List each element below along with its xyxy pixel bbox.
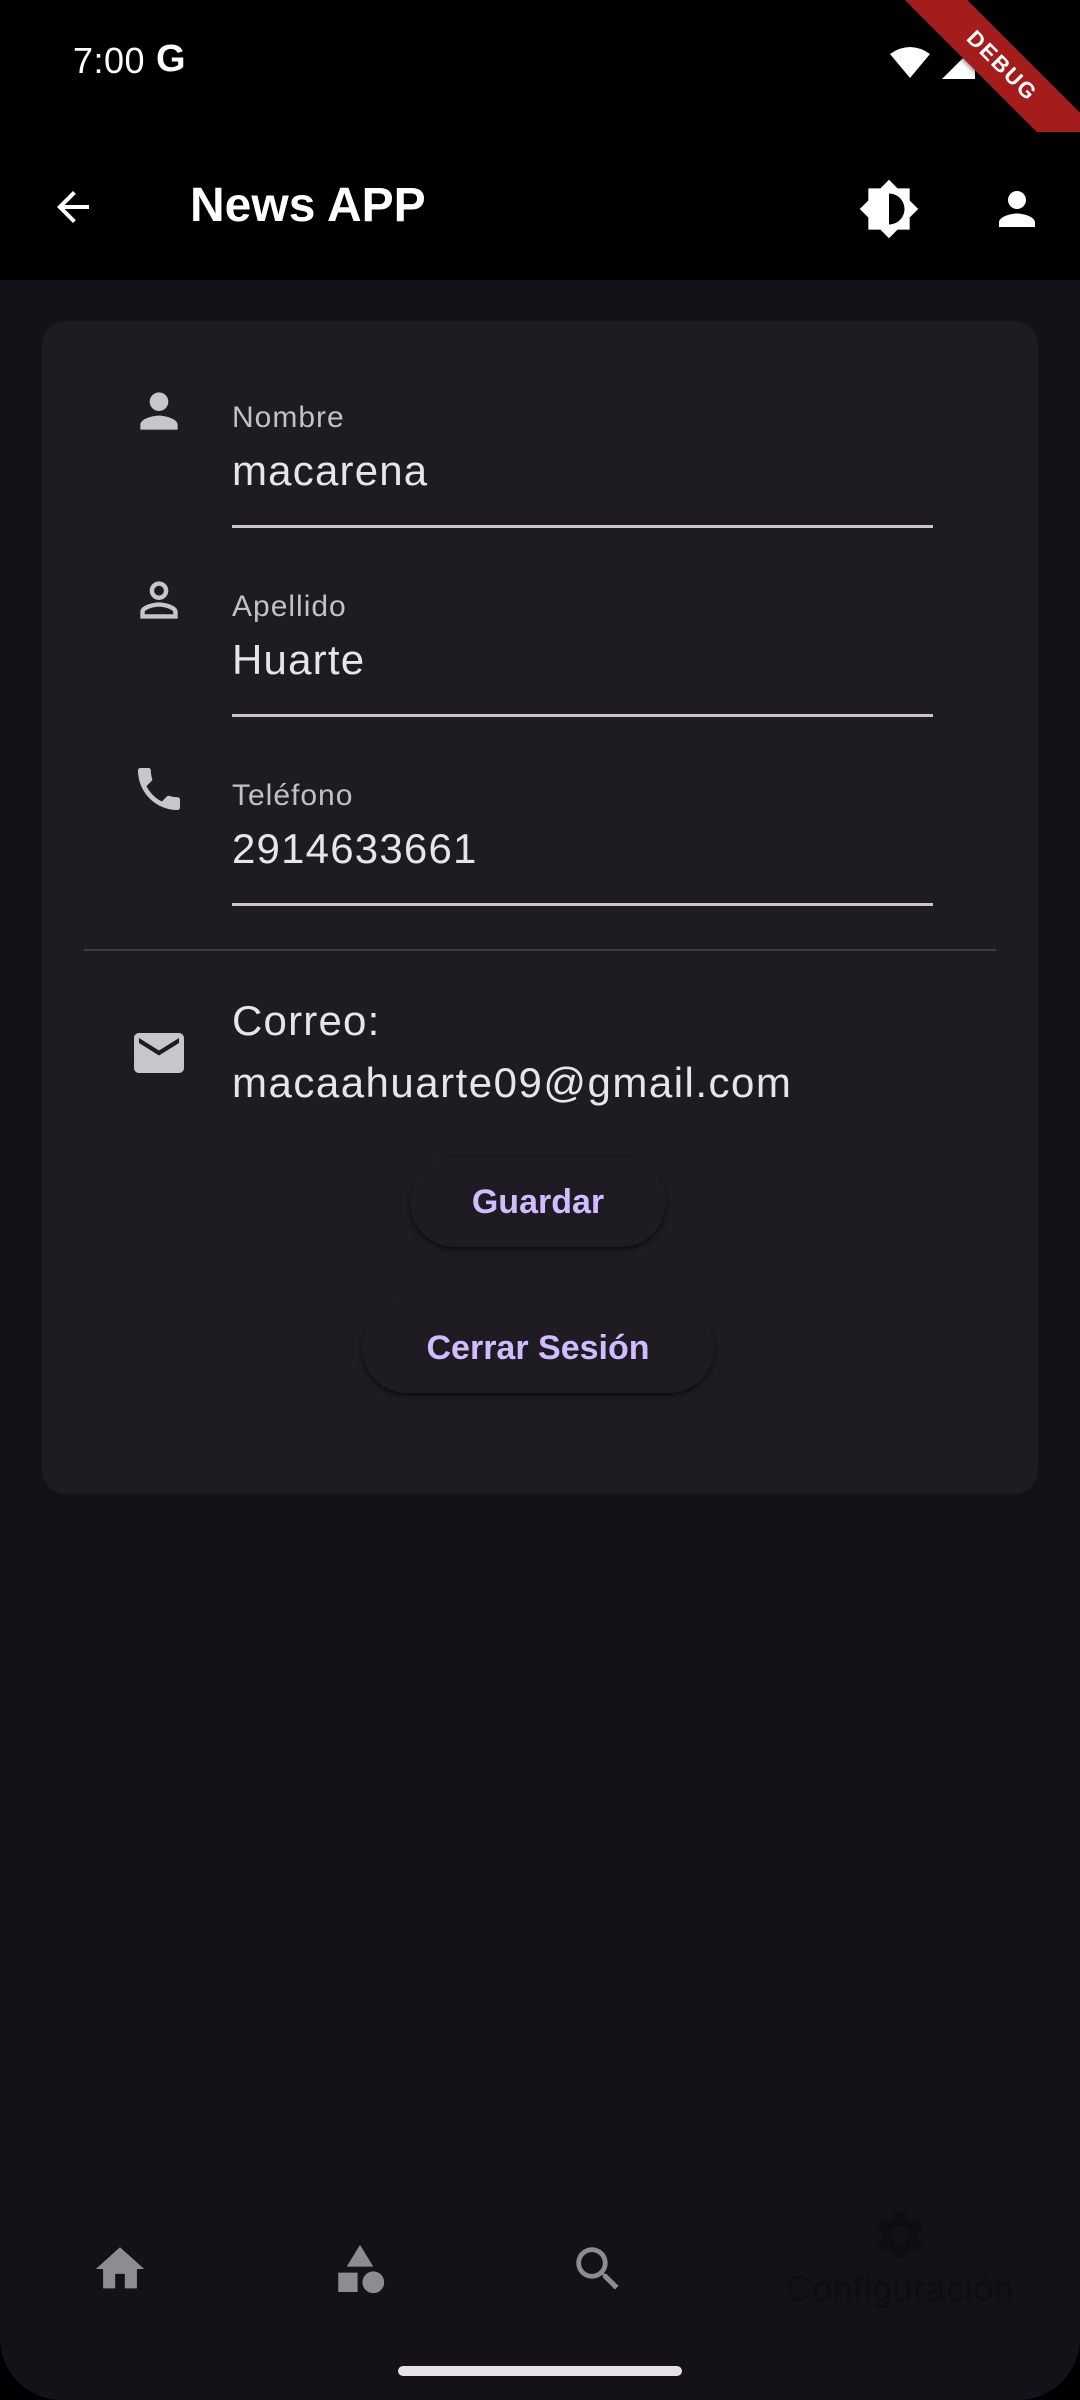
brightness-icon (859, 179, 919, 239)
email-value: macaahuarte09@gmail.com (232, 1059, 793, 1106)
phone-icon (127, 757, 191, 821)
apellido-value[interactable]: Huarte (232, 636, 365, 684)
telefono-underline (232, 903, 933, 906)
nav-home[interactable] (20, 2240, 220, 2360)
nav-categories[interactable] (260, 2240, 460, 2360)
settings-icon (877, 2211, 923, 2259)
person-icon (999, 191, 1035, 227)
home-indicator[interactable] (398, 2366, 682, 2376)
google-icon: G (156, 38, 186, 80)
logout-button[interactable]: Cerrar Sesión (362, 1303, 714, 1393)
search-icon (576, 2247, 619, 2290)
save-button[interactable]: Guardar (410, 1157, 666, 1247)
status-time: 7:00 (73, 40, 146, 81)
nav-settings[interactable]: Configuración (780, 2206, 1020, 2326)
app-title: News APP (190, 179, 426, 232)
screen: 7:00 G DEBUG News APP Nombre macarena Ap… (0, 0, 1080, 2400)
nombre-value[interactable]: macarena (232, 447, 428, 495)
nav-search[interactable] (498, 2240, 698, 2360)
category-icon (338, 2244, 385, 2294)
telefono-label: Teléfono (232, 779, 354, 812)
profile-button[interactable] (980, 172, 1054, 246)
person-outline-icon (127, 568, 191, 632)
divider (84, 949, 996, 951)
arrow-back-icon (57, 191, 89, 223)
status-bar: 7:00 G DEBUG (0, 0, 1080, 188)
apellido-field[interactable]: Apellido Huarte (42, 510, 1038, 717)
nombre-label: Nombre (232, 401, 345, 434)
back-button[interactable] (38, 172, 108, 242)
nombre-field[interactable]: Nombre macarena (42, 321, 1038, 528)
home-icon (95, 2247, 145, 2289)
nav-settings-label: Configuración (785, 2268, 1015, 2309)
app-bar: News APP (0, 132, 1080, 280)
email-label: Correo: (232, 997, 381, 1044)
person-icon (127, 379, 191, 443)
theme-toggle-button[interactable] (852, 172, 926, 246)
apellido-label: Apellido (232, 590, 347, 623)
telefono-field[interactable]: Teléfono 2914633661 (42, 699, 1038, 906)
profile-card: Nombre macarena Apellido Huarte Teléfono… (42, 321, 1038, 1494)
wifi-icon (890, 47, 930, 78)
mail-icon (127, 1021, 191, 1085)
telefono-value[interactable]: 2914633661 (232, 825, 478, 873)
